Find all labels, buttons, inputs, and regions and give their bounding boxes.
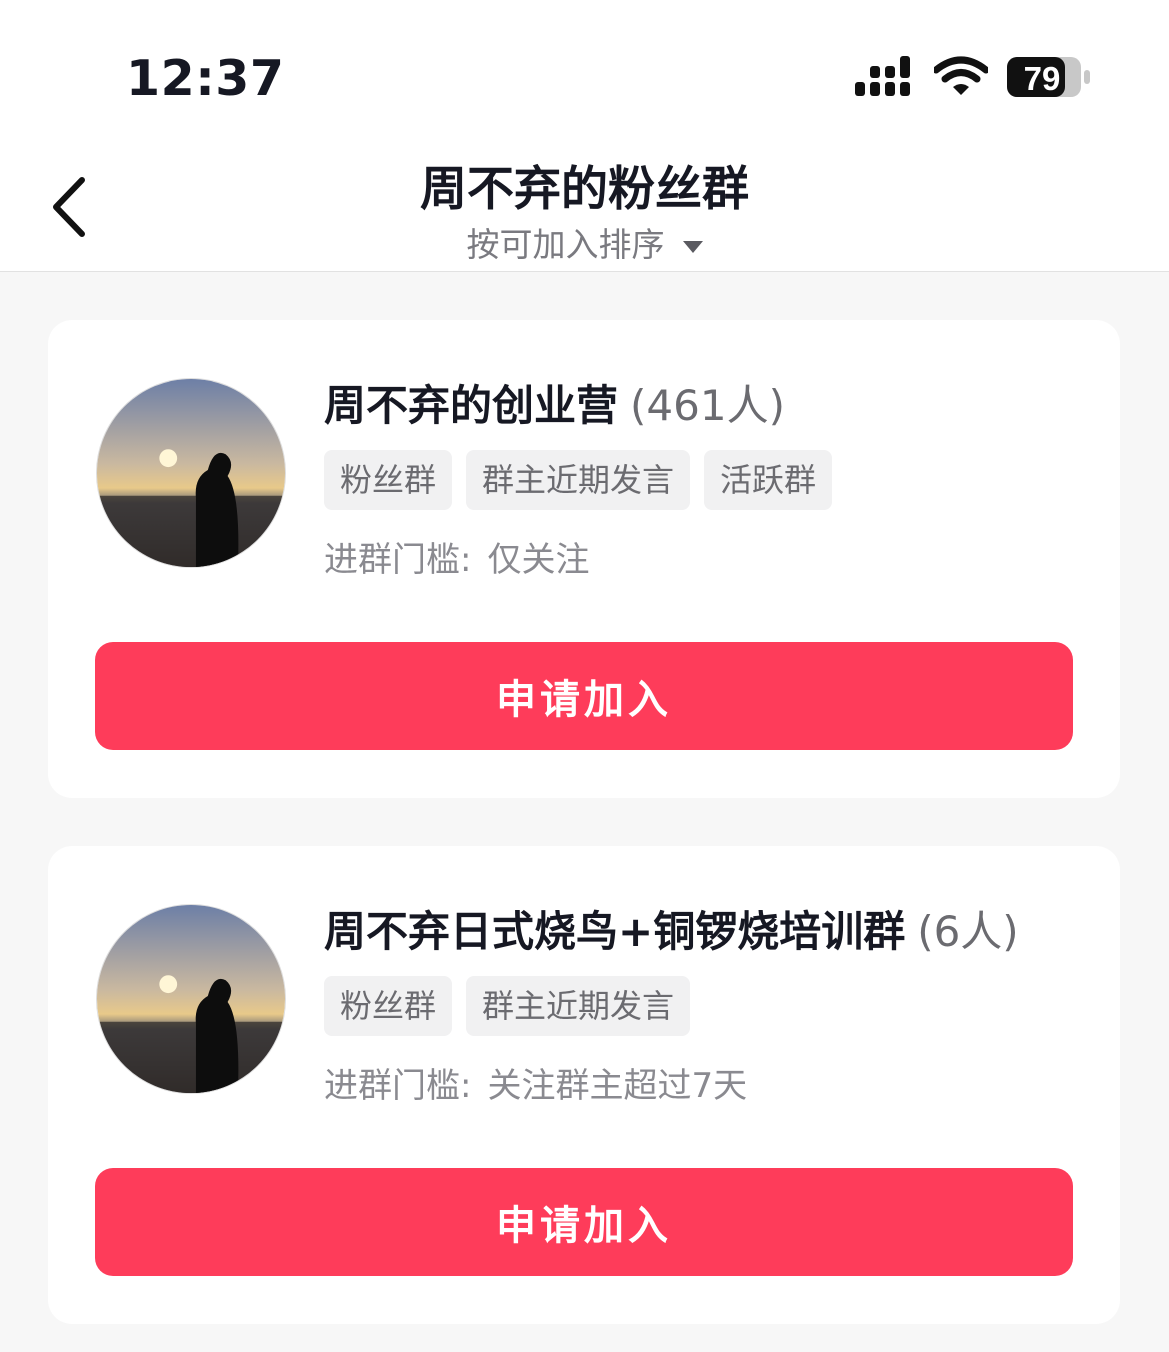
avatar (96, 904, 286, 1094)
threshold-value: 仅关注 (487, 540, 590, 580)
sort-label: 按可加入排序 (466, 225, 665, 264)
group-name: 周不弃的创业营 (461人) (324, 372, 785, 433)
sort-selector[interactable]: 按可加入排序 (0, 218, 1169, 266)
group-card: 周不弃的创业营 (461人) 粉丝群 群主近期发言 活跃群 进群门槛: 仅关注 申请… (48, 320, 1120, 798)
group-name: 周不弃日式烧鸟+铜锣烧培训群 (6人) (324, 898, 1019, 959)
tag: 粉丝群 (324, 976, 453, 1036)
member-count: (6人) (917, 907, 1019, 956)
member-count: (461人) (630, 381, 785, 430)
join-threshold: 进群门槛: 仅关注 (324, 532, 589, 581)
group-title: 周不弃的创业营 (324, 381, 619, 430)
tag: 活跃群 (704, 450, 833, 510)
apply-join-button[interactable]: 申请加入 (95, 1168, 1073, 1276)
top-bar: 12:37 79 周不弃的粉丝群 按可加入排序 (0, 0, 1169, 272)
wifi-icon (934, 56, 988, 95)
page-title: 周不弃的粉丝群 (420, 162, 749, 217)
battery-level: 79 (1024, 60, 1061, 97)
avatar (96, 378, 286, 568)
tag: 群主近期发言 (466, 450, 691, 510)
group-title: 周不弃日式烧鸟+铜锣烧培训群 (324, 907, 906, 956)
apply-join-button[interactable]: 申请加入 (95, 642, 1073, 750)
join-threshold: 进群门槛: 关注群主超过7天 (324, 1058, 747, 1107)
threshold-label: 进群门槛: (324, 540, 472, 580)
group-card: 周不弃日式烧鸟+铜锣烧培训群 (6人) 粉丝群 群主近期发言 进群门槛: 关注群主超… (48, 846, 1120, 1324)
tag: 群主近期发言 (466, 976, 691, 1036)
status-time: 12:37 (126, 50, 285, 107)
tag-list: 粉丝群 群主近期发言 (324, 976, 691, 1036)
tag-list: 粉丝群 群主近期发言 活跃群 (324, 450, 833, 510)
dropdown-arrow-icon (682, 240, 703, 253)
signal-icon (855, 56, 910, 96)
tag: 粉丝群 (324, 450, 453, 510)
threshold-value: 关注群主超过7天 (487, 1066, 748, 1106)
threshold-label: 进群门槛: (324, 1066, 472, 1106)
battery-icon: 79 (1007, 57, 1090, 97)
